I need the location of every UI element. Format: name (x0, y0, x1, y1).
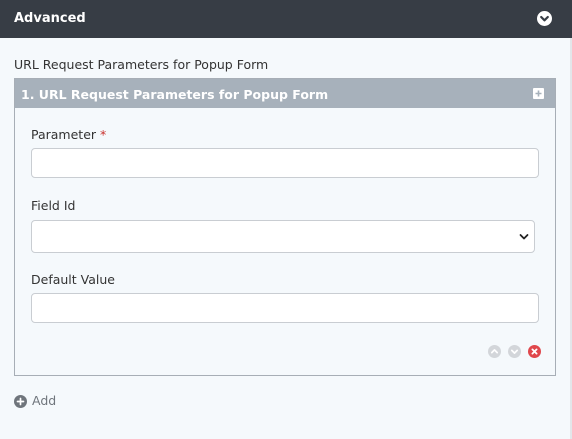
move-up-icon[interactable] (488, 345, 501, 358)
parameter-label: Parameter * (31, 127, 106, 143)
url-parameter-repeater-item: 1. URL Request Parameters for Popup Form… (14, 78, 556, 376)
field-id-select[interactable] (31, 220, 535, 253)
plus-circle-icon (14, 395, 27, 408)
remove-icon[interactable] (528, 345, 541, 358)
plus-square-icon[interactable] (533, 88, 544, 99)
default-value-input[interactable] (31, 293, 539, 323)
default-value-label: Default Value (31, 272, 115, 287)
repeater-section-label: URL Request Parameters for Popup Form (14, 57, 269, 72)
move-down-icon[interactable] (508, 345, 521, 358)
advanced-section-header[interactable]: Advanced (0, 0, 572, 38)
required-mark: * (100, 127, 107, 142)
add-label: Add (32, 393, 57, 408)
parameter-input[interactable] (31, 148, 539, 178)
field-id-label: Field Id (31, 198, 76, 213)
repeater-item-header[interactable]: 1. URL Request Parameters for Popup Form (15, 79, 555, 108)
chevron-down-circle-icon[interactable] (537, 11, 552, 26)
repeater-item-title: 1. URL Request Parameters for Popup Form (21, 87, 329, 102)
parameter-label-text: Parameter (31, 127, 97, 142)
section-title: Advanced (14, 11, 86, 26)
chevron-down-icon (519, 234, 529, 240)
